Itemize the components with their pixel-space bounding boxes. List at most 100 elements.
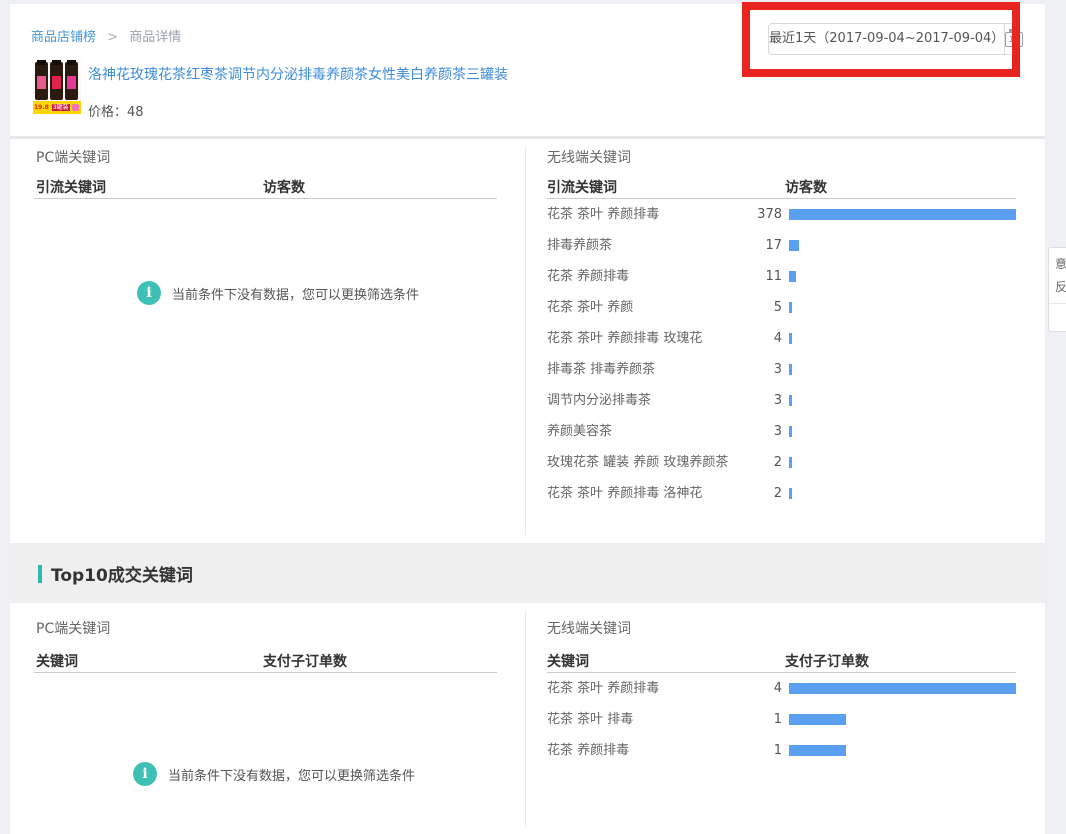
keyword-label: 花茶 养颜排毒 (547, 740, 747, 761)
deal-keyword-table: 花茶 茶叶 养颜排毒4花茶 茶叶 排毒1花茶 养颜排毒1 (547, 673, 1016, 766)
traffic-pc-col-value: 访客数 (263, 177, 305, 197)
calendar-button[interactable]: 15 (1004, 24, 1023, 54)
value-bar (789, 745, 846, 756)
value-bar (789, 488, 792, 499)
date-range-picker[interactable]: 最近1天（2017-09-04~2017-09-04） 15 (768, 23, 1020, 55)
deal-wireless-col-value: 支付子订单数 (785, 651, 869, 671)
feedback-tab[interactable]: 意见 反馈 (1048, 247, 1066, 332)
keyword-value: 3 (747, 362, 789, 377)
bar-track (789, 714, 1016, 725)
product-title-link[interactable]: 洛神花玫瑰花茶红枣茶调节内分泌排毒养颜茶女性美白养颜茶三罐装 (88, 64, 508, 84)
value-bar (789, 426, 792, 437)
bar-track (789, 395, 1016, 406)
keyword-label: 排毒茶 排毒养颜茶 (547, 359, 747, 380)
bar-track (789, 457, 1016, 468)
thumb-bottle (65, 62, 78, 100)
column-divider (525, 147, 526, 535)
breadcrumb-rank-link[interactable]: 商品店铺榜 (31, 30, 96, 45)
table-row: 花茶 茶叶 养颜排毒4 (547, 673, 1016, 704)
keyword-label: 花茶 茶叶 养颜排毒 (547, 678, 747, 699)
info-icon: i (133, 762, 157, 786)
keyword-label: 调节内分泌排毒茶 (547, 390, 747, 411)
value-bar (789, 714, 846, 725)
bar-track (789, 333, 1016, 344)
deal-section-band: Top10成交关键词 (10, 543, 1045, 603)
feedback-tab-extra (1049, 304, 1066, 334)
traffic-keywords-card: PC端关键词 引流关键词 访客数 i 当前条件下没有数据，您可以更换筛选条件 无… (10, 139, 1045, 543)
feedback-tab-line2: 反馈 (1055, 276, 1066, 299)
table-row: 花茶 茶叶 养颜排毒 洛神花2 (547, 478, 1016, 509)
bar-track (789, 426, 1016, 437)
keyword-value: 2 (747, 455, 789, 470)
traffic-wireless-title: 无线端关键词 (547, 147, 631, 167)
value-bar (789, 395, 792, 406)
keyword-value: 4 (747, 331, 789, 346)
table-header-rule (34, 198, 497, 199)
column-divider (525, 611, 526, 826)
traffic-keyword-table: 花茶 茶叶 养颜排毒378排毒养颜茶17花茶 养颜排毒11花茶 茶叶 养颜5花茶… (547, 199, 1016, 509)
deal-keywords-card: PC端关键词 关键词 支付子订单数 i 当前条件下没有数据，您可以更换筛选条件 … (10, 603, 1045, 834)
keyword-value: 3 (747, 393, 789, 408)
calendar-icon: 15 (1005, 32, 1023, 47)
value-bar (789, 302, 792, 313)
keyword-value: 11 (747, 269, 789, 284)
product-thumbnail[interactable]: 19.8 3罐装 (33, 60, 81, 114)
bar-track (789, 745, 1016, 756)
empty-message: 当前条件下没有数据，您可以更换筛选条件 (172, 284, 419, 303)
table-row: 花茶 养颜排毒11 (547, 261, 1016, 292)
keyword-value: 378 (747, 207, 789, 222)
deal-pc-title: PC端关键词 (36, 618, 110, 638)
breadcrumb-separator: > (107, 30, 118, 45)
keyword-label: 花茶 茶叶 养颜排毒 玫瑰花 (547, 328, 747, 349)
title-accent-bar (38, 565, 42, 583)
deal-section-title: Top10成交关键词 (38, 561, 193, 586)
thumb-price-tag: 19.8 (34, 104, 49, 111)
table-row: 排毒养颜茶17 (547, 230, 1016, 261)
value-bar (789, 333, 792, 344)
keyword-label: 花茶 茶叶 养颜排毒 (547, 204, 747, 225)
traffic-pc-title: PC端关键词 (36, 147, 110, 167)
table-row: 排毒茶 排毒养颜茶3 (547, 354, 1016, 385)
section-header-text: Top10成交关键词 (51, 561, 193, 586)
empty-message: 当前条件下没有数据，您可以更换筛选条件 (168, 765, 415, 784)
table-row: 玫瑰花茶 罐装 养颜 玫瑰养颜茶2 (547, 447, 1016, 478)
table-header-rule (34, 672, 497, 673)
traffic-wireless-col-keyword: 引流关键词 (547, 177, 617, 197)
keyword-label: 花茶 茶叶 排毒 (547, 709, 747, 730)
value-bar (789, 271, 796, 282)
bar-track (789, 683, 1016, 694)
bar-track (789, 364, 1016, 375)
keyword-label: 排毒养颜茶 (547, 235, 747, 256)
breadcrumb-current: 商品详情 (129, 30, 181, 45)
table-row: 花茶 茶叶 养颜5 (547, 292, 1016, 323)
keyword-value: 1 (747, 712, 789, 727)
keyword-label: 花茶 养颜排毒 (547, 266, 747, 287)
feedback-tab-line1: 意见 (1055, 253, 1066, 276)
keyword-value: 4 (747, 681, 789, 696)
traffic-pc-col-keyword: 引流关键词 (36, 177, 106, 197)
bar-track (789, 240, 1016, 251)
value-bar (789, 240, 799, 251)
traffic-wireless-col-value: 访客数 (785, 177, 827, 197)
keyword-value: 3 (747, 424, 789, 439)
value-bar (789, 364, 792, 375)
table-row: 养颜美容茶3 (547, 416, 1016, 447)
keyword-label: 玫瑰花茶 罐装 养颜 玫瑰养颜茶 (547, 452, 747, 473)
info-icon: i (137, 281, 161, 305)
date-range-value[interactable]: 最近1天（2017-09-04~2017-09-04） (769, 24, 1004, 54)
table-row: 花茶 养颜排毒1 (547, 735, 1016, 766)
thumb-bottle (35, 62, 48, 100)
table-row: 花茶 茶叶 养颜排毒 玫瑰花4 (547, 323, 1016, 354)
deal-pc-empty-state: i 当前条件下没有数据，您可以更换筛选条件 (133, 762, 415, 786)
keyword-label: 花茶 茶叶 养颜排毒 洛神花 (547, 483, 747, 504)
keyword-value: 17 (747, 238, 789, 253)
value-bar (789, 457, 792, 468)
thumb-bottle (50, 62, 63, 100)
gift-icon (72, 104, 79, 111)
value-bar (789, 683, 1016, 694)
traffic-pc-empty-state: i 当前条件下没有数据，您可以更换筛选条件 (137, 281, 419, 305)
keyword-label: 花茶 茶叶 养颜 (547, 297, 747, 318)
deal-wireless-title: 无线端关键词 (547, 618, 631, 638)
bar-track (789, 209, 1016, 220)
deal-wireless-col-keyword: 关键词 (547, 651, 589, 671)
